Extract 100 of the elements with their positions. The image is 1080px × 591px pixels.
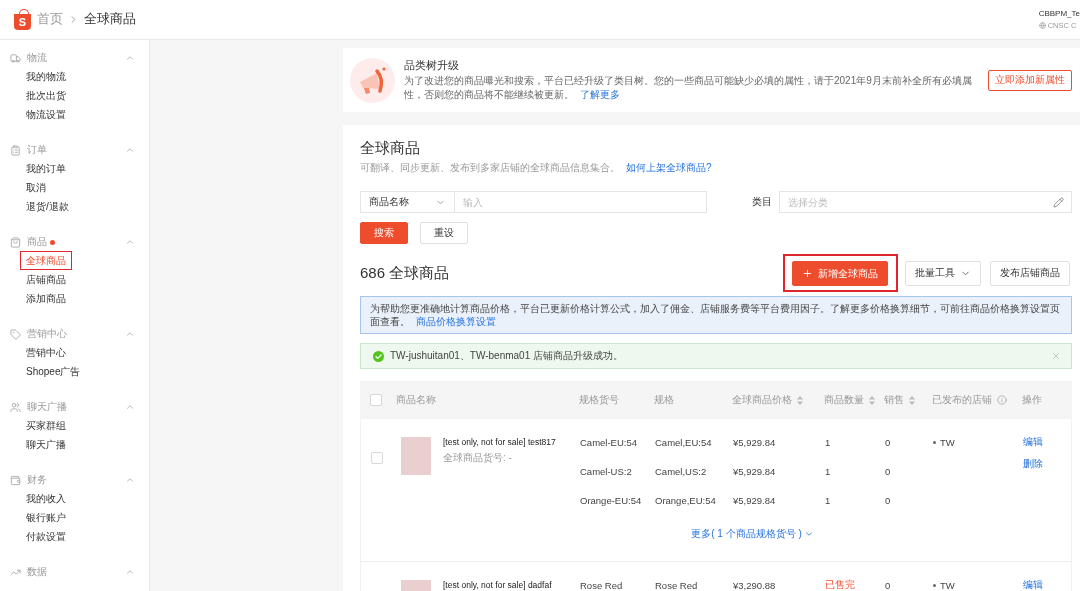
learn-more-link[interactable]: 了解更多 xyxy=(580,89,620,100)
sidebar-group-label[interactable]: 物流 xyxy=(27,51,47,65)
photo-placeholder xyxy=(401,437,431,475)
sidebar-item[interactable]: 我的物流 xyxy=(20,67,72,86)
chevron-up-icon[interactable] xyxy=(125,145,135,155)
megaphone-icon xyxy=(350,57,395,103)
chevron-up-icon[interactable] xyxy=(125,329,135,339)
chevron-up-icon[interactable] xyxy=(125,237,135,247)
sidebar-item[interactable]: 店铺商品 xyxy=(20,270,72,289)
sales-text: 0 xyxy=(884,436,892,448)
sidebar-item[interactable]: 银行账户 xyxy=(20,508,72,527)
sort-icon[interactable] xyxy=(797,395,803,405)
sales-text: 0 xyxy=(884,494,892,506)
sidebar-group-label[interactable]: 营销中心 xyxy=(27,327,67,341)
publish-button[interactable]: 发布店铺商品 xyxy=(990,260,1070,286)
quantity-text: 1 xyxy=(824,436,832,448)
quantity-text: 1 xyxy=(824,465,832,477)
spec-text: Rose Red xyxy=(654,579,699,591)
chevron-down-icon xyxy=(803,529,814,539)
sidebar-item[interactable]: 付款设置 xyxy=(20,527,72,546)
shop-text: TW xyxy=(940,436,955,448)
sidebar-item[interactable]: 我的收入 xyxy=(20,489,72,508)
sku-text: Rose Red xyxy=(579,579,624,591)
product-count-title: 686 全球商品 xyxy=(360,263,450,283)
sidebar-group-label[interactable]: 订单 xyxy=(27,143,47,157)
sort-icon[interactable] xyxy=(869,395,875,405)
column-header: 已发布的店铺 xyxy=(932,394,992,406)
price-notice-text: 为帮助您更准确地计算商品价格，平台已更新价格计算公式，加入了佣金、店铺服务费等平台费用因子。了解更多价格换算细节，可前往商品价格换算设置页面查看。 商品价格换算设置 xyxy=(370,302,1061,328)
breadcrumb-item[interactable]: 首页 xyxy=(37,11,63,28)
sidebar-item[interactable]: 买家群组 xyxy=(20,416,72,435)
account-name: CBBPM_Te xyxy=(1038,8,1080,19)
product-sku: 全球商品货号: - xyxy=(443,451,513,464)
sidebar-item[interactable]: 全球商品 xyxy=(20,251,72,270)
truck-icon xyxy=(10,52,21,64)
spec-text: Camel,US:2 xyxy=(654,465,708,477)
sidebar-item[interactable]: 退货/退款 xyxy=(20,197,75,216)
action-link[interactable]: 编辑 xyxy=(1023,576,1043,591)
price-text: ¥5,929.84 xyxy=(732,494,777,506)
checkbox[interactable] xyxy=(370,394,382,406)
quantity-text: 1 xyxy=(824,494,832,506)
plus-icon xyxy=(802,268,813,279)
page-subtitle: 可翻译、同步更新、发布到多家店铺的全球商品信息集合。 如何上架全球商品? xyxy=(360,161,713,175)
column-header: 规格货号 xyxy=(579,394,619,406)
sku-text: Camel-US:2 xyxy=(579,465,633,477)
column-header: 销售 xyxy=(884,394,904,406)
column-header: 规格 xyxy=(654,394,674,406)
sales-text: 0 xyxy=(884,465,892,477)
sidebar-item[interactable]: 取消 xyxy=(20,178,52,197)
search-type-select[interactable]: 商品名称 xyxy=(360,191,455,213)
sidebar-group-label[interactable]: 数据 xyxy=(27,565,47,579)
column-header: 操作 xyxy=(1022,394,1042,406)
sidebar-item[interactable]: 聊天广播 xyxy=(20,435,72,454)
chevron-up-icon[interactable] xyxy=(125,475,135,485)
shop-bag-logo[interactable]: S xyxy=(14,9,31,30)
alert-text: TW-jushuitan01、TW-benma01 店铺商品升级成功。 xyxy=(390,349,624,363)
column-header: 商品名称 xyxy=(396,394,436,406)
sales-text: 0 xyxy=(884,579,892,591)
sidebar-group-label[interactable]: 商品 xyxy=(27,235,47,249)
wallet-icon xyxy=(10,474,21,486)
sidebar-item[interactable]: 营销中心 xyxy=(20,343,72,362)
sort-icon[interactable] xyxy=(909,395,915,405)
action-link[interactable]: 编辑 xyxy=(1023,433,1043,451)
column-header: 全球商品价格 xyxy=(732,394,792,406)
pencil-icon xyxy=(1053,196,1064,208)
price-text: ¥5,929.84 xyxy=(732,436,777,448)
search-button[interactable]: 搜索 xyxy=(360,222,408,244)
sidebar-item[interactable]: 我的订单 xyxy=(20,159,72,178)
spec-text: Orange,EU:54 xyxy=(654,494,717,506)
sidebar-item[interactable]: 批次出货 xyxy=(20,86,72,105)
check-circle-icon xyxy=(373,350,384,362)
close-icon[interactable] xyxy=(1051,351,1061,361)
chevron-up-icon[interactable] xyxy=(125,402,135,412)
search-input[interactable]: 输入 xyxy=(455,191,707,213)
sidebar-group-label[interactable]: 聊天广播 xyxy=(27,400,67,414)
price-settings-link[interactable]: 商品价格换算设置 xyxy=(416,316,496,327)
more-variations-link[interactable]: 更多( 1 个商品规格货号 ) xyxy=(691,527,814,541)
help-link[interactable]: 如何上架全球商品? xyxy=(626,162,712,173)
product-name: [test only, not for sale] dadfaf xyxy=(443,579,552,591)
sidebar-item[interactable]: 添加商品 xyxy=(20,289,72,308)
dot-icon xyxy=(933,440,936,444)
checkbox[interactable] xyxy=(371,452,383,464)
spec-text: Camel,EU:54 xyxy=(654,436,713,448)
sidebar-item[interactable]: Shopee广告 xyxy=(20,362,87,381)
reset-button[interactable]: 重设 xyxy=(420,222,468,244)
sku-text: Camel-EU:54 xyxy=(579,436,639,448)
quantity-text: 已售完 xyxy=(824,578,856,591)
add-product-button[interactable]: 新增全球商品 xyxy=(792,261,888,286)
sidebar-group-label[interactable]: 财务 xyxy=(27,473,47,487)
add-attributes-button[interactable]: 立即添加新属性 xyxy=(988,69,1072,91)
price-text: ¥5,929.84 xyxy=(732,465,777,477)
page-title: 全球商品 xyxy=(360,138,421,158)
globe-icon xyxy=(1038,22,1046,29)
notice-title: 品类树升级 xyxy=(404,58,460,73)
dropdown-button[interactable]: 批量工具 xyxy=(905,260,981,286)
chevron-up-icon[interactable] xyxy=(125,567,135,577)
notice-text: 为了改进您的商品曝光和搜索，平台已经升级了类目树。您的一些商品可能缺少必填的属性，请于2021年9月末前补全所有必填属性，否则您的商品将不能继续被更新。 了解更多 xyxy=(404,74,973,102)
action-link[interactable]: 删除 xyxy=(1023,455,1043,473)
sidebar-item[interactable]: 物流设置 xyxy=(20,105,72,124)
dot-icon xyxy=(933,583,936,587)
chevron-up-icon[interactable] xyxy=(125,53,135,63)
